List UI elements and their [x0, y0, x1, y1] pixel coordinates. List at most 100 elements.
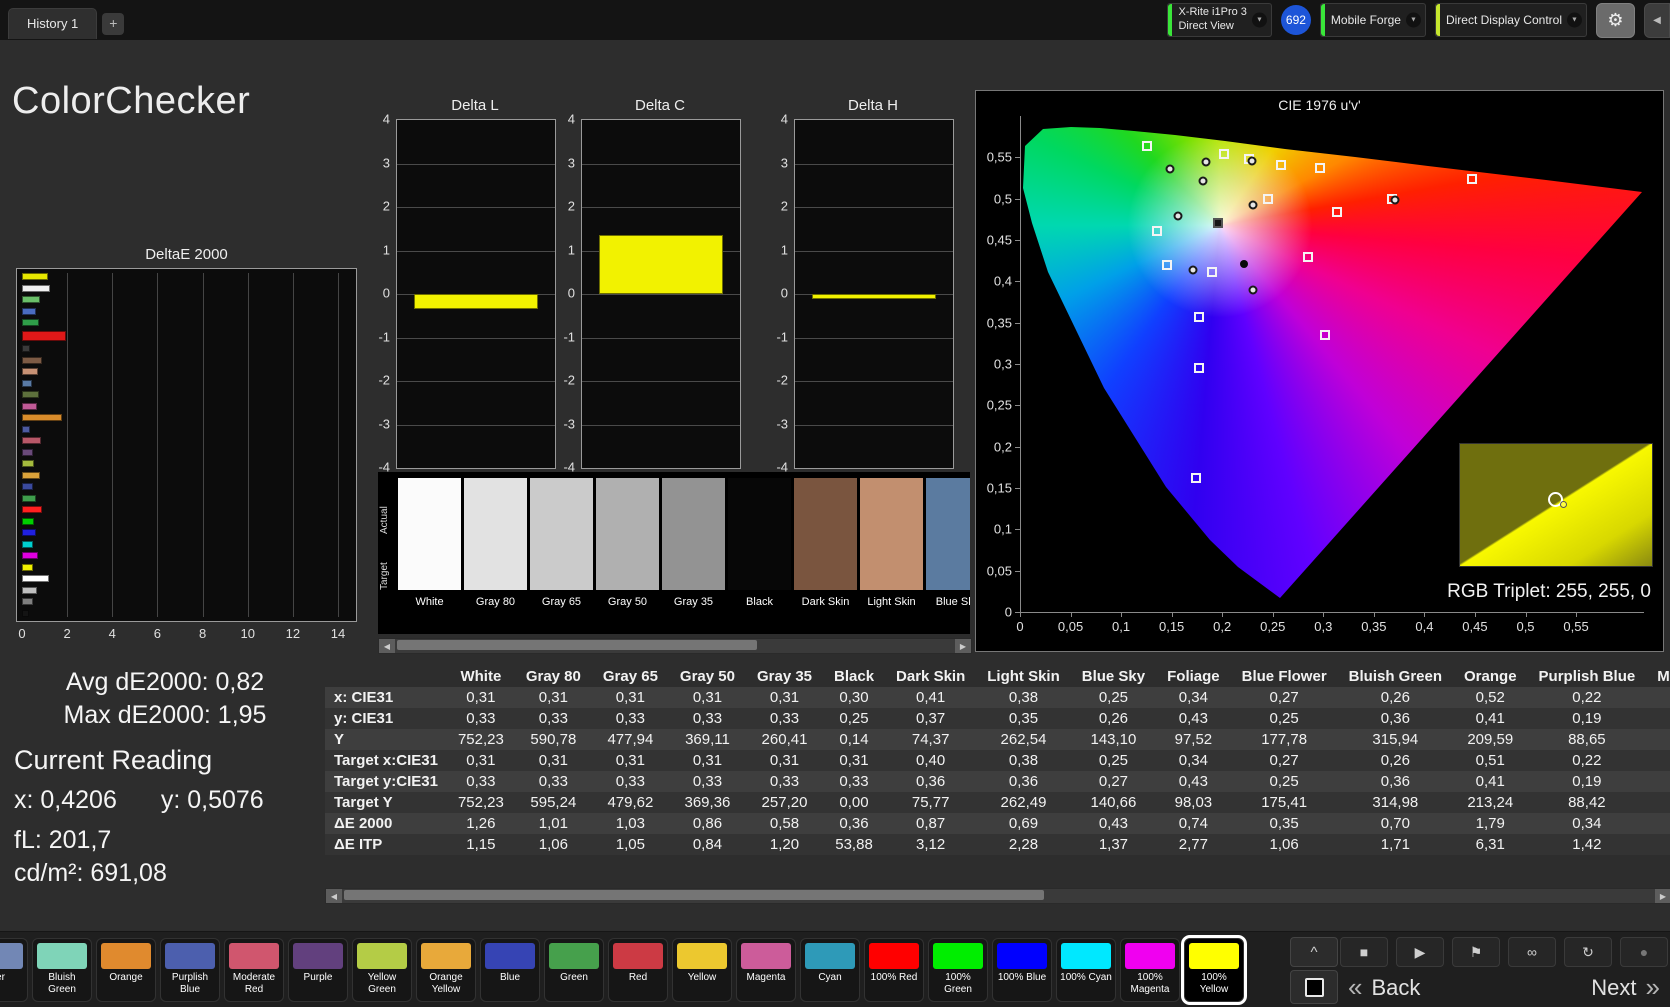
tick	[1475, 612, 1476, 617]
source-dropdown[interactable]: Mobile Forge ▼	[1320, 3, 1426, 37]
cie-marker-square	[1207, 267, 1217, 277]
scroll-left-icon[interactable]: ◀	[379, 639, 395, 653]
patch-button-blue[interactable]: Blue	[480, 938, 540, 1002]
scroll-left-icon[interactable]: ◀	[326, 889, 342, 903]
patch-button-green[interactable]: Green	[544, 938, 604, 1002]
cie-y-axis	[1020, 116, 1021, 613]
deltaH-title: Delta H	[794, 97, 952, 114]
table-cell: 3,12	[885, 834, 976, 855]
settings-button[interactable]: ⚙	[1596, 3, 1635, 38]
flag-button[interactable]: ⚑	[1452, 937, 1500, 967]
patch-label: 100% Blue	[994, 972, 1050, 984]
display-control-dropdown[interactable]: Direct Display Control ▼	[1435, 3, 1587, 37]
table-cell: 0,31	[746, 687, 823, 708]
deltae-bar-row	[22, 437, 338, 444]
patch-button-red[interactable]: Red	[608, 938, 668, 1002]
pattern-window-button[interactable]	[1290, 970, 1338, 1004]
table-scrollbar[interactable]: ◀ ▶	[325, 888, 1670, 904]
gridline	[582, 338, 740, 339]
scroll-right-icon[interactable]: ▶	[1655, 889, 1670, 903]
patch-button-magenta[interactable]: Magenta	[736, 938, 796, 1002]
table-cell: 0,31	[669, 750, 746, 771]
patch-button-yellow-green[interactable]: Yellow Green	[352, 938, 412, 1002]
patch-button-100-cyan[interactable]: 100% Cyan	[1056, 938, 1116, 1002]
display-control-label: Direct Display Control	[1446, 13, 1562, 27]
gridline	[397, 207, 555, 208]
table-cell: 2,87	[1646, 834, 1670, 855]
deltae-bar	[22, 495, 36, 502]
swatch-label: Black	[728, 596, 791, 608]
y-tick-label: 0	[383, 286, 390, 301]
patch-label: Purple	[290, 972, 346, 984]
table-cell: 0,19	[1528, 771, 1647, 792]
table-cell: 0,27	[1231, 687, 1338, 708]
gridline	[582, 425, 740, 426]
tick	[1222, 612, 1223, 617]
table-cell: 2,77	[1156, 834, 1231, 855]
stop-button[interactable]: ■	[1340, 937, 1388, 967]
y-tick-label: -2	[378, 373, 390, 388]
record-button[interactable]: ●	[1620, 937, 1668, 967]
patch-button-yellow[interactable]: Yellow	[672, 938, 732, 1002]
deltae-bar-row	[22, 483, 338, 490]
patch-button-bluish-green[interactable]: Bluish Green	[32, 938, 92, 1002]
patch-label: 100% Red	[866, 972, 922, 984]
swatch-light-skin: Light Skin	[860, 472, 923, 634]
back-button[interactable]: « Back	[1348, 972, 1420, 1003]
cie-marker-square_filled	[1213, 218, 1223, 228]
table-cell: 97,52	[1156, 729, 1231, 750]
deltae-bar-row	[22, 414, 338, 421]
pattern-up-button[interactable]: ^	[1290, 937, 1338, 967]
collapse-panel-button[interactable]: ◀	[1644, 3, 1670, 38]
history-tab[interactable]: History 1	[8, 8, 97, 39]
play-icon: ▶	[1415, 944, 1426, 961]
patch-button-cyan[interactable]: Cyan	[800, 938, 860, 1002]
table-cell: 0,43	[1156, 708, 1231, 729]
patch-button-purplish-blue[interactable]: Purplish Blue	[160, 938, 220, 1002]
tick	[1015, 281, 1020, 282]
collapse-icon: ◀	[1653, 15, 1661, 26]
patch-button-orange-yellow[interactable]: Orange Yellow	[416, 938, 476, 1002]
patch-button-moderate-red[interactable]: Moderate Red	[224, 938, 284, 1002]
deltae-bar-row	[22, 357, 338, 364]
y-tick-label: -3	[378, 416, 390, 431]
swatch-scrollbar[interactable]: ◀ ▶	[378, 638, 972, 654]
next-button[interactable]: Next »	[1591, 972, 1660, 1003]
table-cell: 0,41	[1453, 708, 1528, 729]
patch-color	[933, 943, 983, 969]
cie-marker-circle	[1198, 177, 1207, 186]
patch-color	[805, 943, 855, 969]
patch-button-orange[interactable]: Orange	[96, 938, 156, 1002]
scroll-right-icon[interactable]: ▶	[955, 639, 971, 653]
x-tick-label: 0,5	[1516, 619, 1534, 634]
continuous-button[interactable]: ∞	[1508, 937, 1556, 967]
meter-dropdown[interactable]: X-Rite i1Pro 3 Direct View ▼	[1167, 3, 1271, 37]
patch-button-purple[interactable]: Purple	[288, 938, 348, 1002]
patch-button-100-green[interactable]: 100% Green	[928, 938, 988, 1002]
table-cell: 262,49	[976, 792, 1071, 813]
patch-button-100-magenta[interactable]: 100% Magenta	[1120, 938, 1180, 1002]
tick	[1015, 571, 1020, 572]
patch-button-100-red[interactable]: 100% Red	[864, 938, 924, 1002]
patch-count-badge[interactable]: 692	[1281, 5, 1311, 35]
tick	[1424, 612, 1425, 617]
deltae-bar	[22, 319, 39, 326]
table-row: ΔE 20001,261,011,030,860,580,360,870,690…	[325, 813, 1670, 834]
deltae-bar	[22, 552, 38, 559]
scrollbar-thumb[interactable]	[344, 890, 1044, 900]
deltaL-panel	[396, 119, 556, 469]
scrollbar-thumb[interactable]	[397, 640, 757, 650]
patch-button-ver[interactable]: ver	[0, 938, 28, 1002]
add-tab-button[interactable]: +	[102, 13, 124, 35]
patch-color	[421, 943, 471, 969]
play-button[interactable]: ▶	[1396, 937, 1444, 967]
table-cell: 1,79	[1453, 813, 1528, 834]
loop-button[interactable]: ↻	[1564, 937, 1612, 967]
deltae-bar-row	[22, 506, 338, 513]
patch-button-100-yellow[interactable]: 100% Yellow	[1184, 938, 1244, 1002]
table-cell: 177,78	[1231, 729, 1338, 750]
patch-button-100-blue[interactable]: 100% Blue	[992, 938, 1052, 1002]
deltae-bar-row	[22, 403, 338, 410]
deltae-bar-row	[22, 598, 338, 605]
cie-title: CIE 1976 u'v'	[976, 97, 1663, 113]
